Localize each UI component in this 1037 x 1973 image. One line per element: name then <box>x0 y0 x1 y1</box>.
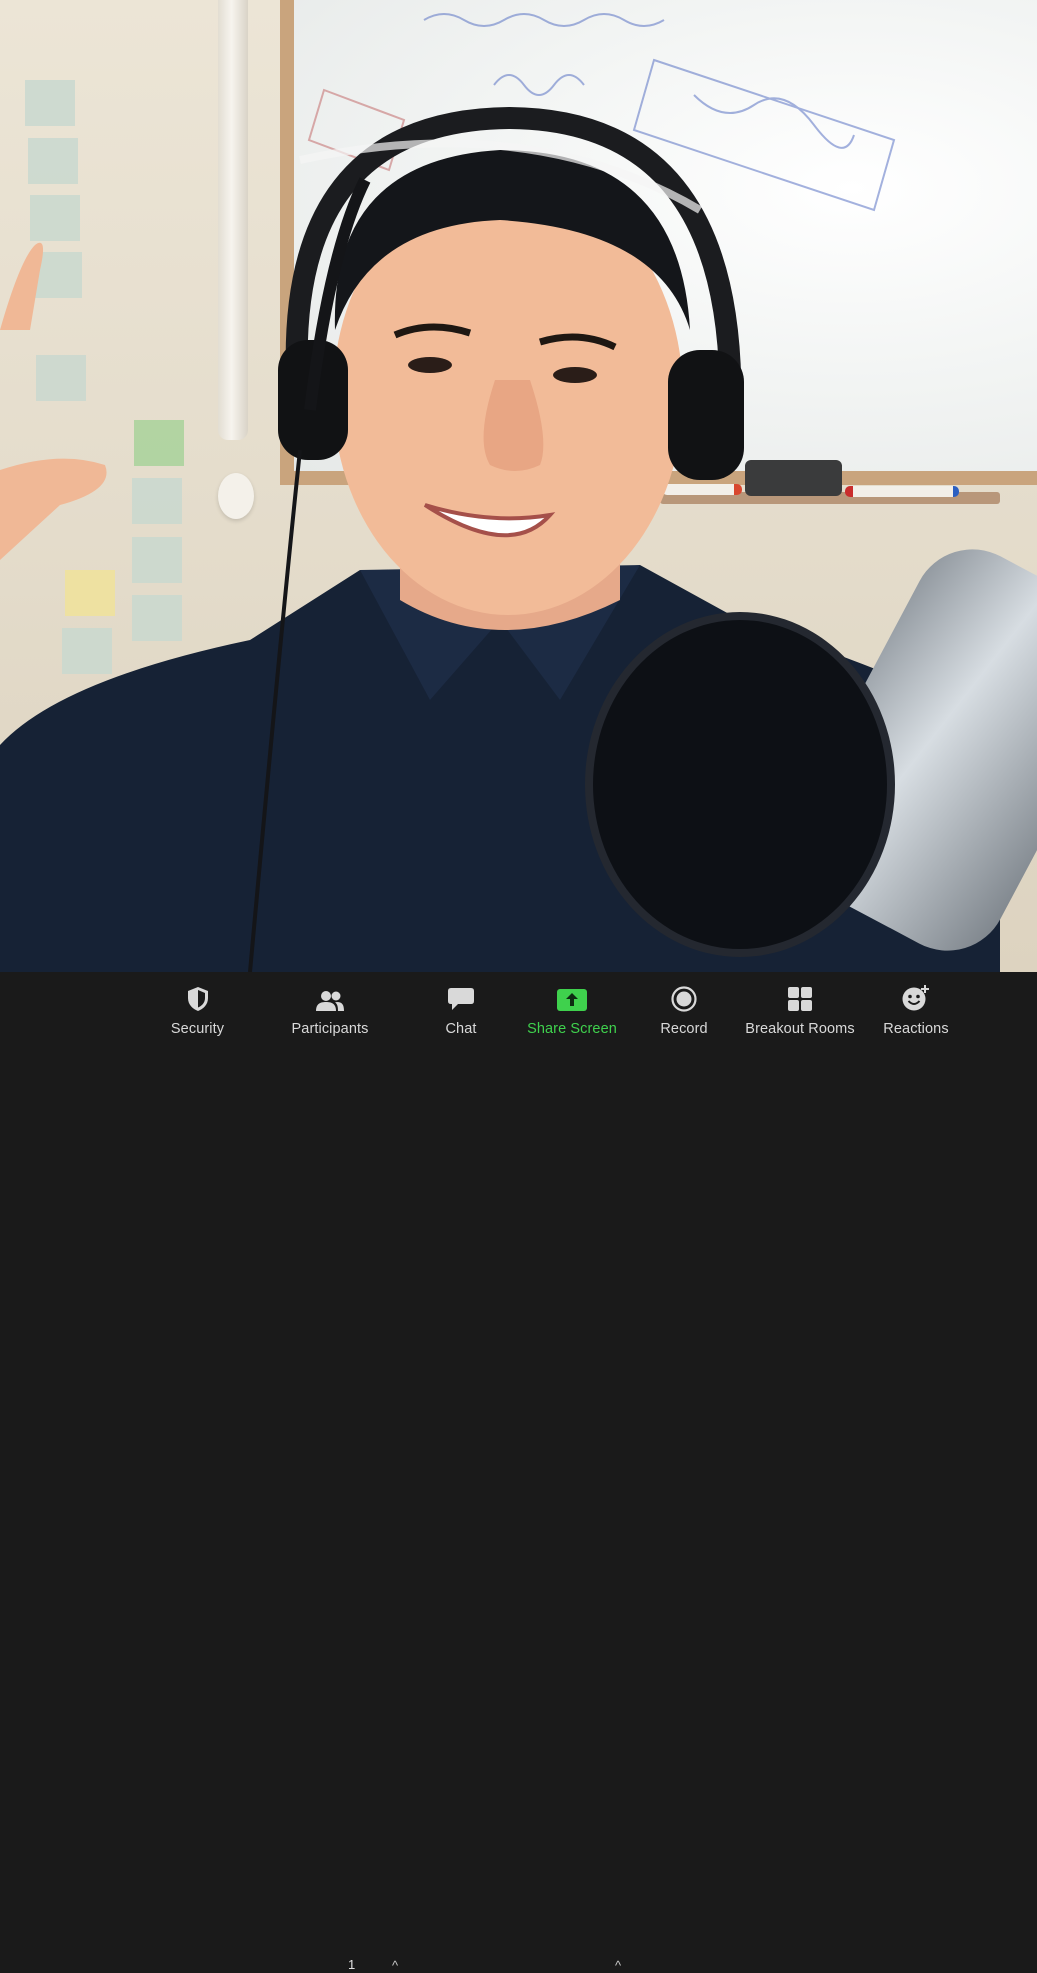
record-icon <box>671 980 697 1012</box>
grid-icon <box>787 980 813 1012</box>
breakout-rooms-label: Breakout Rooms <box>745 1021 855 1037</box>
participants-label: Participants <box>291 1021 369 1037</box>
security-label: Security <box>170 1021 225 1037</box>
participants-count: 1 <box>348 1957 356 1972</box>
security-button[interactable]: Security <box>160 972 235 1037</box>
chat-button[interactable]: Chat <box>430 972 492 1037</box>
chat-bubble-icon <box>447 980 475 1012</box>
participants-caret-icon[interactable]: ^ <box>387 1958 403 1973</box>
pop-filter <box>585 612 895 957</box>
participants-button[interactable]: Participants <box>285 972 375 1037</box>
share-screen-icon <box>556 980 588 1012</box>
share-screen-button[interactable]: Share Screen <box>522 972 622 1037</box>
smiley-plus-icon <box>901 980 931 1012</box>
video-feed <box>0 0 1037 972</box>
meeting-toolbar: Security Participants 1 ^ Chat Share Scr… <box>0 972 1037 1973</box>
chat-label: Chat <box>445 1021 477 1037</box>
people-icon <box>315 980 345 1012</box>
breakout-rooms-button[interactable]: Breakout Rooms <box>740 972 860 1037</box>
share-screen-label: Share Screen <box>527 1021 617 1037</box>
reactions-label: Reactions <box>883 1021 949 1037</box>
record-label: Record <box>660 1021 708 1037</box>
record-button[interactable]: Record <box>652 972 716 1037</box>
shield-icon <box>186 980 210 1012</box>
share-screen-caret-icon[interactable]: ^ <box>610 1958 626 1973</box>
reactions-button[interactable]: Reactions <box>878 972 954 1037</box>
